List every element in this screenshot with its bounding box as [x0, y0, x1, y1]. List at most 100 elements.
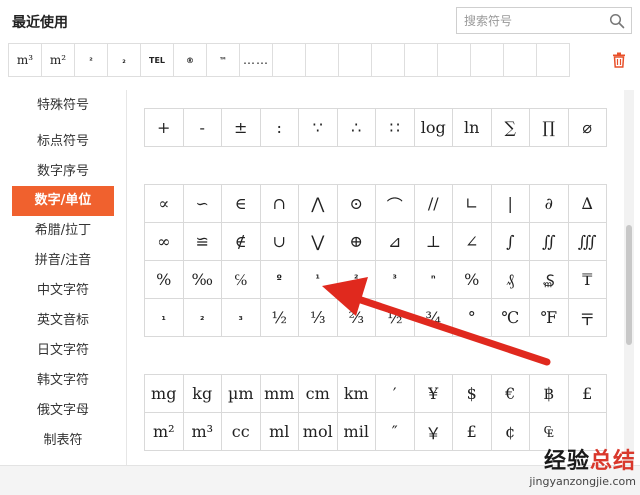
symbol-cell[interactable]: ³	[376, 261, 415, 299]
symbol-cell[interactable]: ∬	[530, 223, 569, 261]
symbol-cell[interactable]: ¹	[299, 261, 338, 299]
symbol-cell[interactable]: ≌	[183, 223, 222, 261]
recent-symbol-cell[interactable]: m²	[41, 43, 75, 77]
symbol-cell[interactable]: ∽	[183, 185, 222, 223]
symbol-cell[interactable]: ∑	[491, 109, 530, 147]
symbol-cell[interactable]: £	[453, 413, 492, 451]
sidebar-item[interactable]: 希腊/拉丁	[12, 216, 114, 246]
symbol-cell[interactable]: ₃	[222, 299, 261, 337]
trash-icon[interactable]	[612, 52, 626, 68]
symbol-cell[interactable]: log	[414, 109, 453, 147]
sidebar-item[interactable]: 数字/单位	[12, 186, 114, 216]
symbol-cell[interactable]: %	[145, 261, 184, 299]
symbol-cell[interactable]: ⅔	[337, 299, 376, 337]
symbol-cell[interactable]: °	[453, 299, 492, 337]
symbol-cell[interactable]: ℉	[530, 299, 569, 337]
symbol-cell[interactable]: km	[337, 375, 376, 413]
sidebar-item[interactable]: 拼音/注音	[12, 246, 114, 276]
symbol-cell[interactable]: ⌒	[376, 185, 415, 223]
symbol-cell[interactable]: mol	[299, 413, 338, 451]
symbol-cell[interactable]: ℃	[491, 299, 530, 337]
symbol-cell[interactable]: ₁	[145, 299, 184, 337]
search-box[interactable]	[456, 7, 632, 34]
symbol-cell[interactable]: ∪	[260, 223, 299, 261]
symbol-cell[interactable]: ∈	[222, 185, 261, 223]
symbol-cell[interactable]: mil	[337, 413, 376, 451]
symbol-cell[interactable]: ⊕	[337, 223, 376, 261]
recent-symbol-cell[interactable]: ²	[74, 43, 108, 77]
recent-symbol-cell[interactable]: ₂	[107, 43, 141, 77]
sidebar-item[interactable]: 标点符号	[12, 127, 114, 157]
symbol-cell[interactable]: -	[183, 109, 222, 147]
symbol-cell[interactable]: ∠	[453, 223, 492, 261]
symbol-cell[interactable]: ⊿	[376, 223, 415, 261]
symbol-cell[interactable]: ln	[453, 109, 492, 147]
symbol-cell[interactable]: 〒	[568, 299, 607, 337]
search-icon[interactable]	[609, 13, 625, 29]
symbol-cell[interactable]: ⊥	[414, 223, 453, 261]
symbol-cell[interactable]: ⅓	[299, 299, 338, 337]
symbol-cell[interactable]: £	[568, 375, 607, 413]
sidebar-item[interactable]: 中文字符	[12, 276, 114, 306]
symbol-cell[interactable]: ²	[337, 261, 376, 299]
recent-symbol-cell[interactable]	[470, 43, 504, 77]
symbol-cell[interactable]: ∂	[530, 185, 569, 223]
symbol-cell[interactable]: ₷	[530, 261, 569, 299]
symbol-cell[interactable]: ⁿ	[414, 261, 453, 299]
recent-symbol-cell[interactable]: TEL	[140, 43, 174, 77]
symbol-cell[interactable]: :	[260, 109, 299, 147]
recent-symbol-cell[interactable]	[536, 43, 570, 77]
symbol-cell[interactable]: ‰	[183, 261, 222, 299]
symbol-cell[interactable]: ฿	[530, 375, 569, 413]
recent-symbol-cell[interactable]: ……	[239, 43, 273, 77]
sidebar-item[interactable]: 数字序号	[12, 157, 114, 187]
symbol-cell[interactable]: ₂	[183, 299, 222, 337]
recent-symbol-cell[interactable]	[371, 43, 405, 77]
symbol-cell[interactable]: ∩	[260, 185, 299, 223]
recent-symbol-cell[interactable]: ™	[206, 43, 240, 77]
scrollbar-thumb[interactable]	[626, 225, 632, 345]
symbol-cell[interactable]: ⌀	[568, 109, 607, 147]
symbol-cell[interactable]: ⊙	[337, 185, 376, 223]
recent-symbol-cell[interactable]: ®	[173, 43, 207, 77]
symbol-cell[interactable]: ′	[376, 375, 415, 413]
symbol-cell[interactable]: cm	[299, 375, 338, 413]
symbol-cell[interactable]: ℅	[222, 261, 261, 299]
symbol-cell[interactable]: ∉	[222, 223, 261, 261]
symbol-cell[interactable]: ∟	[453, 185, 492, 223]
symbol-cell[interactable]: +	[145, 109, 184, 147]
recent-symbol-cell[interactable]	[305, 43, 339, 77]
symbol-cell[interactable]: $	[453, 375, 492, 413]
sidebar-item[interactable]: 韩文字符	[12, 366, 114, 396]
symbol-cell[interactable]: ¥	[414, 375, 453, 413]
symbol-cell[interactable]: ½	[376, 299, 415, 337]
symbol-cell[interactable]: //	[414, 185, 453, 223]
symbol-cell[interactable]: mm	[260, 375, 299, 413]
sidebar-item[interactable]: 制表符	[12, 426, 114, 456]
symbol-cell[interactable]: ₸	[568, 261, 607, 299]
symbol-cell[interactable]: ∏	[530, 109, 569, 147]
symbol-cell[interactable]: ∆	[568, 185, 607, 223]
symbol-cell[interactable]: |	[491, 185, 530, 223]
recent-symbol-cell[interactable]	[272, 43, 306, 77]
recent-symbol-cell[interactable]	[503, 43, 537, 77]
recent-symbol-cell[interactable]	[404, 43, 438, 77]
symbol-cell[interactable]: ∞	[145, 223, 184, 261]
symbol-cell[interactable]: ∴	[337, 109, 376, 147]
symbol-cell[interactable]: €	[491, 375, 530, 413]
symbol-cell[interactable]: µm	[222, 375, 261, 413]
symbol-cell[interactable]: ∝	[145, 185, 184, 223]
sidebar-item[interactable]: 英文音标	[12, 306, 114, 336]
symbol-cell[interactable]: ₰	[491, 261, 530, 299]
symbol-cell[interactable]: ∷	[376, 109, 415, 147]
symbol-cell[interactable]: ½	[260, 299, 299, 337]
symbol-cell[interactable]: m²	[145, 413, 184, 451]
symbol-cell[interactable]: cc	[222, 413, 261, 451]
symbol-cell[interactable]: ±	[222, 109, 261, 147]
recent-symbol-cell[interactable]	[338, 43, 372, 77]
symbol-cell[interactable]: ∵	[299, 109, 338, 147]
sidebar-item[interactable]: 俄文字母	[12, 396, 114, 426]
search-input[interactable]	[457, 8, 597, 33]
symbol-cell[interactable]: mg	[145, 375, 184, 413]
recent-symbol-cell[interactable]: m³	[8, 43, 42, 77]
